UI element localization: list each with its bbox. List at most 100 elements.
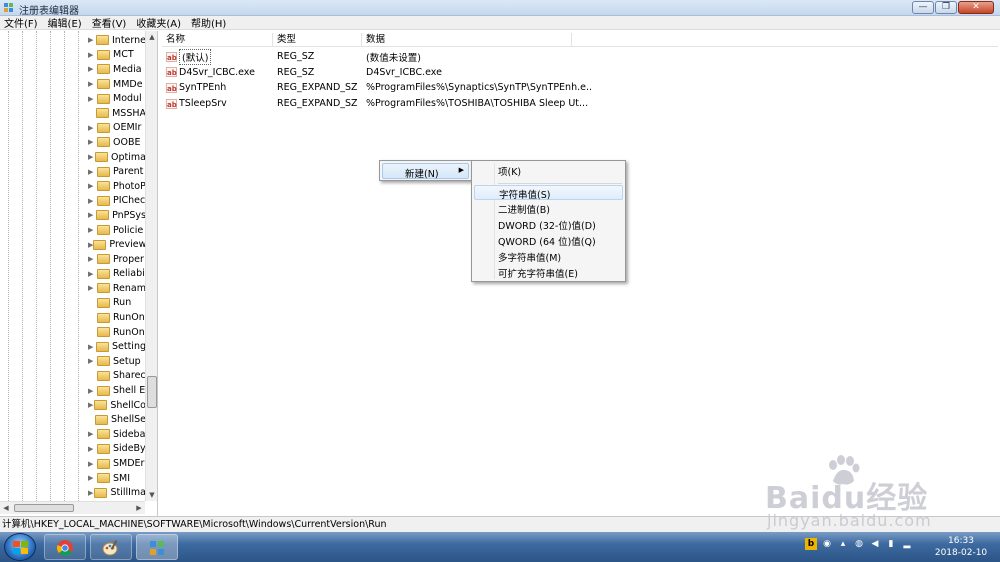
context-menu: 新建(N) ▶: [379, 160, 472, 181]
scroll-thumb[interactable]: [14, 504, 74, 512]
tree-item[interactable]: ▶ Renam: [88, 281, 146, 296]
expand-arrow-icon[interactable]: ▶: [88, 357, 97, 365]
tree-item[interactable]: ▶ Proper: [88, 252, 146, 267]
expand-arrow-icon[interactable]: ▶: [88, 51, 97, 59]
submenu-item-binary-value[interactable]: 二进制值(B): [474, 201, 623, 216]
submenu-item-string-value[interactable]: 字符串值(S): [474, 185, 623, 201]
menu-favorites[interactable]: 收藏夹(A): [136, 15, 181, 30]
expand-arrow-icon[interactable]: ▶: [88, 430, 97, 438]
expand-arrow-icon[interactable]: ▶: [88, 387, 97, 395]
tree-item[interactable]: ▶ StillIma: [88, 485, 146, 500]
expand-arrow-icon[interactable]: ▶: [88, 445, 97, 453]
taskbar-chrome[interactable]: [44, 534, 86, 560]
tree-item[interactable]: ▶ MMDe: [88, 77, 146, 92]
volume-icon[interactable]: ◀: [869, 538, 881, 550]
tree-vertical-scrollbar[interactable]: ▲ ▼: [145, 31, 157, 501]
expand-arrow-icon[interactable]: ▶: [88, 474, 97, 482]
tree-item[interactable]: ▶ Preview: [88, 237, 146, 252]
tree-item[interactable]: Sharec: [88, 369, 146, 384]
tree-item[interactable]: ▶ Modul: [88, 91, 146, 106]
expand-arrow-icon[interactable]: ▶: [88, 36, 96, 44]
submenu-item-multi-string-value[interactable]: 多字符串值(M): [474, 249, 623, 264]
submenu-item-qword-value[interactable]: QWORD (64 位)值(Q): [474, 233, 623, 248]
close-button[interactable]: ✕: [958, 1, 994, 14]
menu-file[interactable]: 文件(F): [4, 15, 38, 30]
tree-item[interactable]: ▶ OEMIr: [88, 121, 146, 136]
expand-arrow-icon[interactable]: ▶: [88, 226, 97, 234]
expand-arrow-icon[interactable]: ▶: [88, 211, 96, 219]
column-header-name[interactable]: 名称: [162, 33, 273, 46]
tree-item[interactable]: ▶ MCT: [88, 48, 146, 63]
tree-item[interactable]: ▶ SideBy: [88, 442, 146, 457]
expand-arrow-icon[interactable]: ▶: [88, 168, 97, 176]
value-row[interactable]: ab (默认) REG_SZ (数值未设置): [162, 48, 592, 65]
tree-item[interactable]: ▶ OOBE: [88, 135, 146, 150]
battery-icon[interactable]: ▮: [885, 538, 897, 550]
tree-item[interactable]: RunOn: [88, 325, 146, 340]
tree-item[interactable]: MSSHA: [88, 106, 146, 121]
submenu-item-dword-value[interactable]: DWORD (32-位)值(D): [474, 217, 623, 232]
minimize-button[interactable]: —: [912, 1, 934, 14]
menu-edit[interactable]: 编辑(E): [48, 15, 82, 30]
value-row[interactable]: ab SynTPEnh REG_EXPAND_SZ %ProgramFiles%\Sy…: [162, 80, 592, 96]
tree-item[interactable]: ▶ Setting: [88, 339, 146, 354]
expand-arrow-icon[interactable]: ▶: [88, 197, 97, 205]
tree-item[interactable]: ▶ Setup: [88, 354, 146, 369]
registry-tree[interactable]: ▶ Interne ▶ MCT ▶ Media ▶ MMDe ▶ Modul MSSHA ▶ OEMIr…: [0, 31, 158, 516]
tree-item[interactable]: ▶ Interne: [88, 33, 146, 48]
tree-item[interactable]: RunOn: [88, 310, 146, 325]
expand-arrow-icon[interactable]: ▶: [88, 460, 97, 468]
tree-item[interactable]: ▶ Parent: [88, 164, 146, 179]
expand-arrow-icon[interactable]: ▶: [88, 284, 97, 292]
scroll-up-icon[interactable]: ▲: [146, 31, 157, 43]
tree-item[interactable]: ShellSe: [88, 412, 146, 427]
expand-arrow-icon[interactable]: ▶: [88, 65, 97, 73]
tree-item[interactable]: ▶ Policie: [88, 223, 146, 238]
scroll-down-icon[interactable]: ▼: [146, 489, 157, 501]
menu-help[interactable]: 帮助(H): [191, 15, 226, 30]
submenu-item-expandable-string-value[interactable]: 可扩充字符串值(E): [474, 265, 623, 280]
tree-item[interactable]: ▶ Shell E: [88, 383, 146, 398]
tray-status-icon[interactable]: ◉: [821, 538, 833, 550]
tree-item[interactable]: ▶ PIChec: [88, 194, 146, 209]
expand-arrow-icon[interactable]: ▶: [88, 95, 97, 103]
tree-item[interactable]: ▶ PnPSys: [88, 208, 146, 223]
expand-arrow-icon[interactable]: ▶: [88, 138, 97, 146]
tree-item[interactable]: ▶ Sideba: [88, 427, 146, 442]
value-row[interactable]: ab TSleepSrv REG_EXPAND_SZ %ProgramFiles%\T…: [162, 96, 592, 112]
tree-item[interactable]: ▶ Media: [88, 62, 146, 77]
scroll-right-icon[interactable]: ▶: [133, 502, 145, 514]
maximize-button[interactable]: ❐: [935, 1, 957, 14]
value-row[interactable]: ab D4Svr_ICBC.exe REG_SZ D4Svr_ICBC.exe: [162, 65, 592, 81]
column-header-data[interactable]: 数据: [362, 33, 572, 46]
taskbar-registry-editor[interactable]: [136, 534, 178, 560]
tree-item[interactable]: ▶ PhotoP: [88, 179, 146, 194]
submenu-item-key[interactable]: 项(K): [474, 163, 623, 178]
scroll-thumb[interactable]: [147, 376, 157, 408]
column-header-type[interactable]: 类型: [273, 33, 362, 46]
tree-item[interactable]: Run: [88, 296, 146, 311]
expand-arrow-icon[interactable]: ▶: [88, 80, 97, 88]
tray-app-icon[interactable]: b: [805, 538, 817, 550]
tree-item[interactable]: ▶ SMDEr: [88, 456, 146, 471]
tree-item[interactable]: ▶ Optima: [88, 150, 146, 165]
expand-arrow-icon[interactable]: ▶: [88, 255, 97, 263]
tree-item[interactable]: ▶ ShellCo: [88, 398, 146, 413]
expand-arrow-icon[interactable]: ▶: [88, 124, 97, 132]
tray-expand-icon[interactable]: ▴: [837, 538, 849, 550]
tree-horizontal-scrollbar[interactable]: ◀ ▶: [0, 501, 145, 514]
tree-item[interactable]: ▶ Reliabi: [88, 267, 146, 282]
clock[interactable]: 16:33 2018-02-10: [930, 535, 992, 559]
start-button[interactable]: [4, 533, 36, 561]
expand-arrow-icon[interactable]: ▶: [88, 343, 96, 351]
scroll-left-icon[interactable]: ◀: [0, 502, 12, 514]
menu-item-new[interactable]: 新建(N) ▶: [382, 163, 469, 180]
signal-icon[interactable]: ▂: [901, 538, 913, 550]
tray-network-icon[interactable]: ◍: [853, 538, 865, 550]
expand-arrow-icon[interactable]: ▶: [88, 270, 97, 278]
menu-view[interactable]: 查看(V): [92, 15, 127, 30]
expand-arrow-icon[interactable]: ▶: [88, 182, 97, 190]
taskbar-paint[interactable]: [90, 534, 132, 560]
expand-arrow-icon[interactable]: ▶: [88, 153, 95, 161]
tree-item[interactable]: ▶ SMI: [88, 471, 146, 486]
